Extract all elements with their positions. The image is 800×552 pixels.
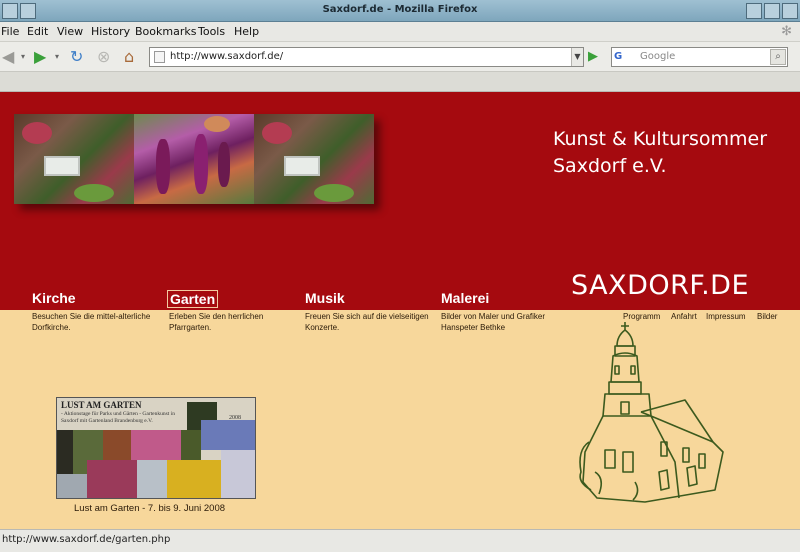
site-name-line2: Saxdorf e.V. <box>553 155 667 177</box>
window-close-button[interactable] <box>782 3 798 19</box>
header-band: Kunst & Kultursommer Saxdorf e.V. SAXDOR… <box>0 92 800 310</box>
throbber-icon: ✻ <box>781 24 792 39</box>
go-button-icon[interactable]: ▶ <box>588 48 604 66</box>
address-input[interactable]: http://www.saxdorf.de/ <box>170 51 283 62</box>
link-bilder[interactable]: Bilder <box>757 312 777 321</box>
back-arrow-icon[interactable]: ◀ <box>2 48 14 66</box>
site-name: Kunst & Kultursommer Saxdorf e.V. <box>553 126 767 180</box>
church-drawing <box>579 322 724 503</box>
bookmarks-toolbar <box>0 72 800 92</box>
link-impressum[interactable]: Impressum <box>706 312 746 321</box>
link-programm[interactable]: Programm <box>623 312 660 321</box>
status-text: http://www.saxdorf.de/garten.php <box>2 534 171 545</box>
reload-icon[interactable]: ↻ <box>70 48 83 66</box>
address-dropdown-icon[interactable]: ▼ <box>571 48 583 66</box>
nav-desc-kirche: Besuchen Sie die mittel-alterliche Dorfk… <box>32 312 151 332</box>
forward-arrow-icon[interactable]: ▶ <box>34 48 46 66</box>
window-minimize-button[interactable] <box>746 3 762 19</box>
nav-link-kirche[interactable]: Kirche <box>32 290 76 306</box>
poster-subtitle: - Aktionstage für Parks und Gärten - Gar… <box>61 411 175 424</box>
menu-bar: File Edit View History Bookmarks Tools H… <box>0 22 800 42</box>
nav-desc-garten: Erleben Sie den herrlichen Pfarrgarten. <box>169 312 264 332</box>
nav-desc-musik: Freuen Sie sich auf die vielseitigen Kon… <box>305 312 429 332</box>
nav-link-musik[interactable]: Musik <box>305 290 345 306</box>
window-titlebar[interactable]: Saxdorf.de - Mozilla Firefox <box>0 0 800 22</box>
garden-banner-image <box>14 114 374 204</box>
menu-file[interactable]: File <box>1 25 19 38</box>
page-favicon-icon <box>154 51 165 63</box>
nav-desc-malerei: Bilder von Maler und Grafiker Hanspeter … <box>441 312 546 332</box>
search-magnifier-icon[interactable]: ⌕ <box>770 49 786 65</box>
back-dropdown-icon[interactable]: ▾ <box>21 48 25 66</box>
home-icon[interactable]: ⌂ <box>124 48 134 66</box>
forward-dropdown-icon[interactable]: ▾ <box>55 48 59 66</box>
nav-link-malerei[interactable]: Malerei <box>441 290 489 306</box>
menu-history[interactable]: History <box>91 25 130 38</box>
web-page: Kunst & Kultursommer Saxdorf e.V. SAXDOR… <box>0 92 800 529</box>
stop-icon[interactable]: ⊗ <box>97 48 110 66</box>
window-title: Saxdorf.de - Mozilla Firefox <box>322 4 478 15</box>
address-bar[interactable]: http://www.saxdorf.de/ ▼ <box>149 47 584 67</box>
poster-headline: LUST AM GARTEN <box>61 400 142 410</box>
menu-edit[interactable]: Edit <box>27 25 48 38</box>
window-maximize-button[interactable] <box>764 3 780 19</box>
menu-view[interactable]: View <box>57 25 83 38</box>
site-brand-logo: SAXDORF.DE <box>571 270 750 301</box>
link-anfahrt[interactable]: Anfahrt <box>671 312 697 321</box>
menu-tools[interactable]: Tools <box>198 25 225 38</box>
menu-bookmarks[interactable]: Bookmarks <box>135 25 196 38</box>
lust-am-garten-poster[interactable]: LUST AM GARTEN - Aktionstage für Parks u… <box>56 397 256 499</box>
status-bar: http://www.saxdorf.de/garten.php <box>0 529 800 552</box>
nav-link-garten[interactable]: Garten <box>167 290 219 308</box>
search-engine-icon[interactable]: G <box>614 50 636 64</box>
site-name-line1: Kunst & Kultursommer <box>553 128 768 150</box>
search-bar[interactable]: G Google ⌕ <box>611 47 788 67</box>
menu-help[interactable]: Help <box>234 25 259 38</box>
poster-caption: Lust am Garten - 7. bis 9. Juni 2008 <box>74 503 226 514</box>
search-input[interactable]: Google <box>640 51 675 62</box>
